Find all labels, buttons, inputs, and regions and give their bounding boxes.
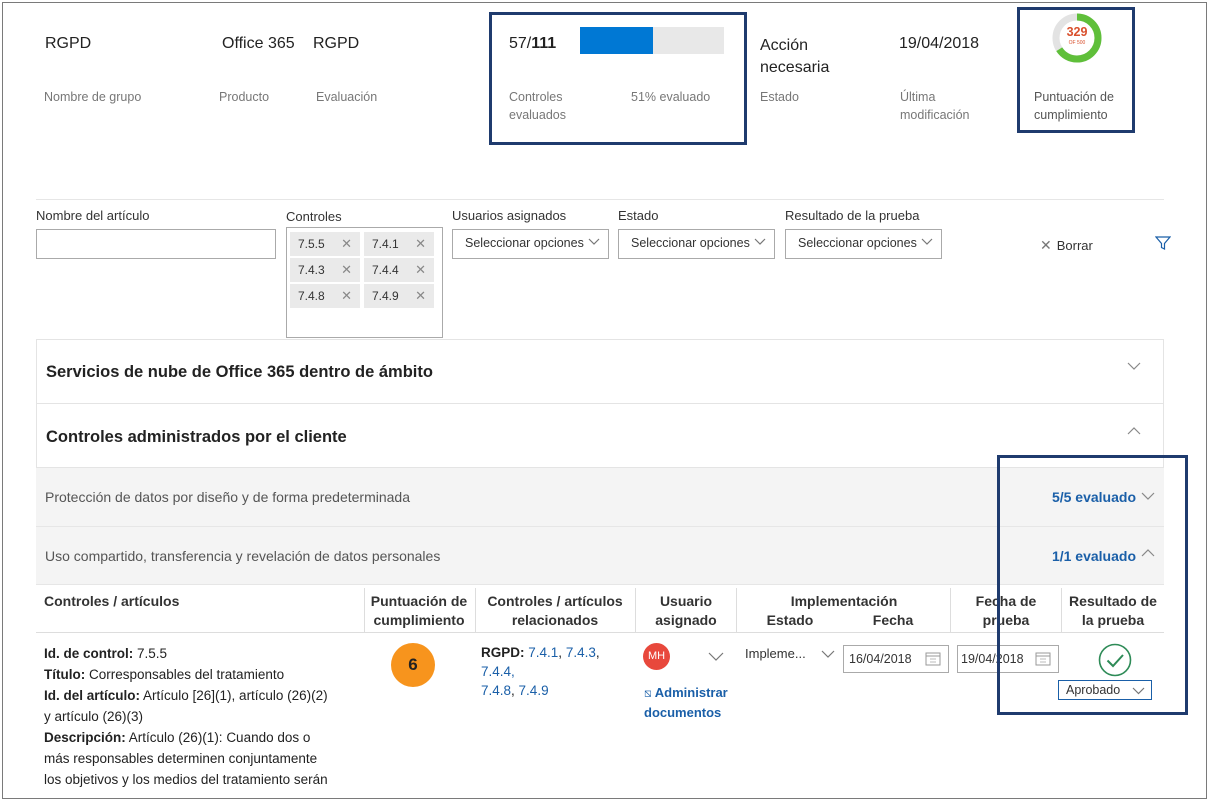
- subsection-title: Protección de datos por diseño y de form…: [45, 489, 410, 505]
- column-header-impl-date: Fecha: [872, 612, 914, 628]
- remove-chip-icon[interactable]: ✕: [415, 262, 426, 278]
- controls-evaluated-label: Controles evaluados: [509, 90, 566, 122]
- assigned-users-select[interactable]: Seleccionar opciones: [452, 229, 609, 259]
- remove-chip-icon[interactable]: ✕: [341, 236, 352, 252]
- assign-user-chevron-down-icon[interactable]: [708, 652, 724, 661]
- control-chip: 7.4.3 ✕: [290, 258, 360, 282]
- chevron-down-icon: [921, 238, 933, 246]
- progress-percent-text: 51% evaluado: [631, 90, 711, 104]
- subsection-row[interactable]: Uso compartido, transferencia y revelaci…: [36, 527, 1164, 585]
- column-separator: [635, 588, 636, 632]
- subsection-row[interactable]: Protección de datos por diseño y de form…: [36, 468, 1164, 527]
- related-control-link[interactable]: 7.4.3: [566, 645, 596, 660]
- status-filter-select[interactable]: Seleccionar opciones: [618, 229, 775, 259]
- related-control-link[interactable]: 7.4.9: [519, 683, 549, 698]
- related-controls-cell: RGPD: 7.4.1, 7.4.3, 7.4.4, 7.4.8, 7.4.9: [481, 645, 600, 698]
- column-header-controls: Controles / artículos: [44, 593, 180, 609]
- close-icon: ✕: [1040, 237, 1052, 253]
- related-control-link[interactable]: 7.4.8: [481, 683, 511, 698]
- control-details-cell: Id. de control: 7.5.5 Título: Correspons…: [44, 646, 328, 787]
- compliance-score-max: OF 500: [1068, 40, 1086, 46]
- group-name-value: RGPD: [45, 35, 92, 52]
- remove-chip-icon[interactable]: ✕: [341, 262, 352, 278]
- result-highlight-box: [997, 455, 1188, 715]
- column-header-impl-status: Estado: [766, 612, 814, 628]
- chevron-down-icon: [821, 650, 835, 658]
- controls-progress-bar: [580, 27, 724, 54]
- remove-chip-icon[interactable]: ✕: [341, 288, 352, 304]
- column-header-implementation: Implementación: [790, 593, 898, 609]
- compliance-score-badge: 6: [391, 643, 435, 687]
- cloud-services-section[interactable]: Servicios de nube de Office 365 dentro d…: [36, 339, 1164, 404]
- assigned-users-label: Usuarios asignados: [452, 208, 567, 223]
- controls-filter-box[interactable]: 7.5.5 ✕ 7.4.1 ✕ 7.4.3 ✕ 7.4.4 ✕ 7.4.8 ✕ 7.4.9…: [286, 227, 443, 338]
- test-result-filter-label: Resultado de la prueba: [785, 208, 920, 223]
- customer-controls-section[interactable]: Controles administrados por el cliente: [36, 403, 1164, 468]
- avatar: MH: [643, 643, 670, 670]
- table-header-divider: [36, 632, 1164, 633]
- assessment-label: Evaluación: [316, 90, 378, 104]
- control-chip: 7.4.8 ✕: [290, 284, 360, 308]
- subsection-title: Uso compartido, transferencia y revelaci…: [45, 548, 441, 564]
- test-result-filter-select[interactable]: Seleccionar opciones: [785, 229, 942, 259]
- section-title: Controles administrados por el cliente: [46, 428, 347, 446]
- column-separator: [364, 588, 365, 632]
- status-filter-label: Estado: [618, 208, 659, 223]
- control-chip: 7.4.4 ✕: [364, 258, 434, 282]
- chevron-down-icon: [754, 238, 766, 246]
- implementation-date-input[interactable]: 16/04/2018: [843, 645, 949, 673]
- chevron-down-icon: [1127, 362, 1141, 370]
- section-title: Servicios de nube de Office 365 dentro d…: [46, 363, 433, 381]
- control-chip: 7.5.5 ✕: [290, 232, 360, 256]
- chevron-down-icon: [588, 238, 600, 246]
- filter-icon[interactable]: [1155, 236, 1171, 251]
- compliance-score-label: Puntuación de cumplimiento: [1034, 90, 1114, 122]
- controls-progress-fill: [580, 27, 654, 54]
- product-value: Office 365: [222, 35, 295, 52]
- status-value: Acción necesaria: [760, 37, 830, 76]
- header-divider: [36, 199, 1164, 200]
- compliance-score-value: 329: [1066, 25, 1088, 39]
- related-control-link[interactable]: 7.4.4,: [481, 664, 515, 679]
- controls-evaluated-count: 57/111: [509, 35, 557, 52]
- control-chip: 7.4.1 ✕: [364, 232, 434, 256]
- manage-documents-link[interactable]: ⧅ Administrar documentos: [644, 683, 728, 723]
- remove-chip-icon[interactable]: ✕: [415, 288, 426, 304]
- last-modified-label: Última modificación: [900, 90, 970, 122]
- remove-chip-icon[interactable]: ✕: [415, 236, 426, 252]
- column-separator: [736, 588, 737, 632]
- document-icon: ⧅: [644, 686, 652, 700]
- control-chip: 7.4.9 ✕: [364, 284, 434, 308]
- product-label: Producto: [219, 90, 270, 104]
- column-header-related: Controles / artículos relacionados: [487, 593, 623, 628]
- column-header-user: Usuario asignado: [655, 593, 717, 628]
- item-name-label: Nombre del artículo: [36, 208, 150, 223]
- group-name-label: Nombre de grupo: [44, 90, 142, 104]
- calendar-icon[interactable]: [925, 651, 941, 666]
- last-modified-value: 19/04/2018: [899, 35, 980, 52]
- assessment-value: RGPD: [313, 35, 360, 52]
- column-separator: [475, 588, 476, 632]
- column-header-score: Puntuación de cumplimiento: [370, 593, 468, 628]
- related-control-link[interactable]: 7.4.1: [528, 645, 558, 660]
- clear-filters-button[interactable]: ✕ Borrar: [1040, 237, 1093, 254]
- column-separator: [950, 588, 951, 632]
- status-label: Estado: [760, 90, 799, 104]
- implementation-status-select[interactable]: Impleme...: [745, 646, 806, 661]
- item-name-input[interactable]: [36, 229, 276, 259]
- controls-filter-label: Controles: [286, 209, 342, 224]
- chevron-up-icon: [1127, 427, 1141, 435]
